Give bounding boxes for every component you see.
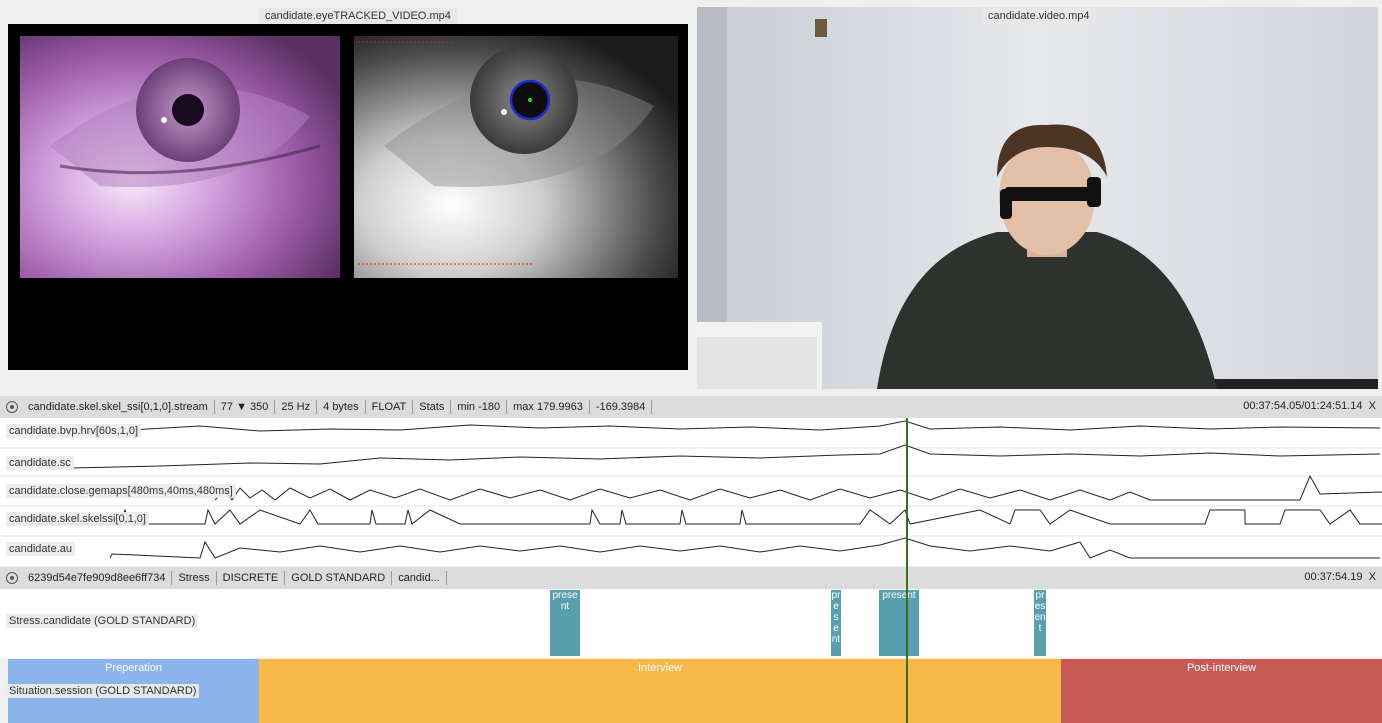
stream-name: candidate.skel.skel_ssi[0,1,0].stream — [22, 400, 215, 414]
annotation-role: candid... — [392, 571, 447, 585]
annotation-kind: DISCRETE — [217, 571, 286, 585]
session-segment-interview[interactable]: Interview — [259, 659, 1061, 723]
eye-video-panel[interactable] — [8, 24, 688, 370]
gemaps-line — [214, 474, 1382, 501]
eye-video-raw — [20, 36, 340, 278]
dropdown-arrow-icon[interactable]: ▼ — [236, 401, 247, 413]
close-icon[interactable]: X — [1369, 400, 1376, 412]
signal-time: 00:37:54.05/01:24:51.14 — [1243, 400, 1363, 412]
byte-size: 4 bytes — [317, 400, 366, 414]
close-icon[interactable]: X — [1369, 571, 1376, 583]
dimension-value: 77 — [220, 401, 234, 413]
segment-label: Post-interview — [1186, 662, 1257, 674]
stress-tier-label: Stress.candidate (GOLD STANDARD) — [6, 614, 199, 628]
playhead-cursor[interactable] — [906, 418, 908, 723]
sample-count: 350 — [250, 401, 269, 413]
min-value: min -180 — [451, 400, 508, 414]
sample-rate: 25 Hz — [275, 400, 318, 414]
annotation-annotator: GOLD STANDARD — [285, 571, 393, 585]
annotation-scheme: Stress — [172, 571, 217, 585]
candidate-video-panel[interactable] — [697, 7, 1378, 389]
eye-video-tracked — [354, 36, 678, 278]
track-label-au: candidate.au — [6, 542, 75, 556]
gear-icon[interactable] — [6, 572, 18, 584]
segment-label: Interview — [637, 662, 683, 674]
segment-label: Preperation — [105, 662, 162, 674]
stress-segment[interactable]: present — [1034, 590, 1046, 656]
session-segment-post-interview[interactable]: Post-interview — [1061, 659, 1382, 723]
session-tier-label: Situation.session (GOLD STANDARD) — [6, 684, 200, 698]
dimension-select[interactable]: 77 ▼ 350 — [215, 400, 276, 414]
track-label-gemaps: candidate.close.gemaps[480ms,40ms,480ms] — [6, 484, 236, 498]
annotation-id: 6239d54e7fe909d8ee6ff734 — [22, 571, 173, 585]
candidate-video-frame — [697, 7, 1378, 389]
track-label-bvp: candidate.bvp.hrv[60s,1,0] — [6, 424, 142, 438]
max-value: max 179.9963 — [507, 400, 590, 414]
stress-segment[interactable]: present — [879, 590, 919, 656]
stress-tier[interactable] — [0, 589, 1382, 658]
annotation-time: 00:37:54.19 — [1304, 571, 1363, 583]
candidate-video-title: candidate.video.mp4 — [982, 8, 1096, 24]
annotation-toolbar: 6239d54e7fe909d8ee6ff734 Stress DISCRETE… — [0, 567, 1382, 589]
au-line — [109, 537, 1380, 559]
stress-segment[interactable]: present — [550, 590, 580, 656]
current-value: -169.3984 — [590, 400, 653, 414]
track-label-sc: candidate.sc — [6, 456, 74, 470]
hrv-line — [129, 420, 1381, 432]
signal-toolbar: candidate.skel.skel_ssi[0,1,0].stream 77… — [0, 396, 1382, 418]
gear-icon[interactable] — [6, 401, 18, 413]
track-label-skel: candidate.skel.skelssi[0,1,0] — [6, 512, 149, 526]
stats-button[interactable]: Stats — [413, 400, 452, 414]
skel-line — [10, 508, 1382, 525]
signal-tracks[interactable]: candidate.bvp.hrv[60s,1,0] candidate.sc … — [0, 418, 1382, 566]
data-type: FLOAT — [366, 400, 414, 414]
eye-video-title: candidate.eyeTRACKED_VIDEO.mp4 — [259, 8, 457, 24]
stress-segment[interactable]: present — [831, 590, 841, 656]
